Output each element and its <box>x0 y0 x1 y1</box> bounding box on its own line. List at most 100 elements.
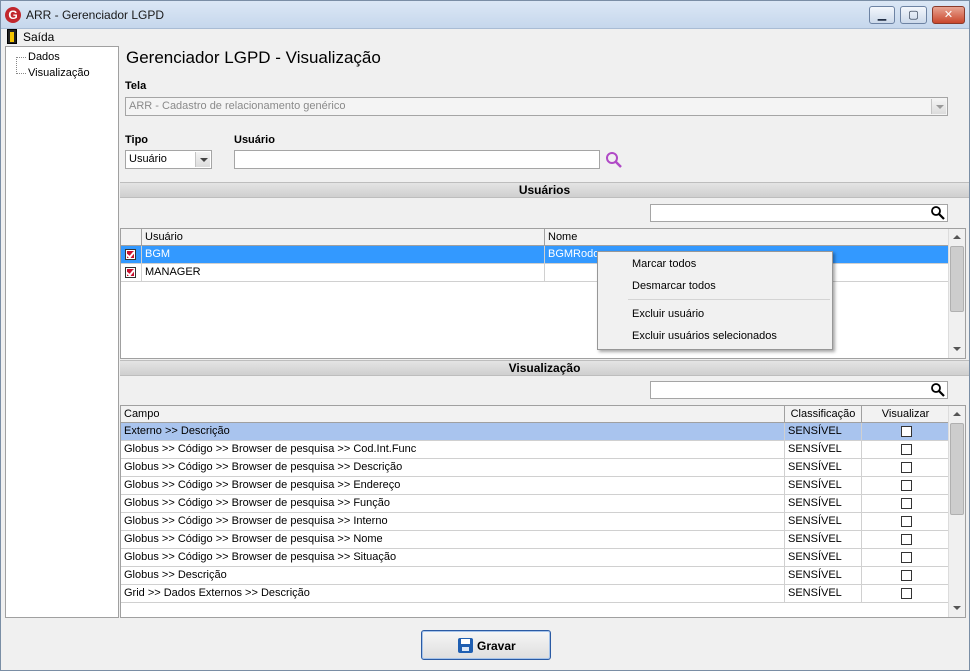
column-header-campo[interactable]: Campo <box>121 406 785 423</box>
cell-campo: Globus >> Descrição <box>121 567 785 585</box>
visualizar-checkbox[interactable] <box>901 426 912 437</box>
table-row[interactable]: Externo >> Descrição SENSÍVEL <box>121 423 950 441</box>
tree-item-dados[interactable]: Dados <box>28 51 60 63</box>
menu-item-desmarcar-todos[interactable]: Desmarcar todos <box>632 280 716 292</box>
tela-select-value: ARR - Cadastro de relacionamento genéric… <box>129 100 346 112</box>
cell-classificacao: SENSÍVEL <box>785 585 862 603</box>
visualizacao-grid: Campo Classificação Visualizar Externo >… <box>120 405 966 618</box>
row-check-cell <box>121 246 142 264</box>
close-icon: ✕ <box>943 9 954 21</box>
visualizar-checkbox[interactable] <box>901 498 912 509</box>
navigation-tree: Dados Visualização <box>5 46 119 618</box>
table-row[interactable]: Grid >> Dados Externos >> Descrição SENSÍ… <box>121 585 950 603</box>
menu-bar: Saída <box>1 29 969 45</box>
exit-door-icon[interactable] <box>7 29 17 44</box>
minimize-icon: ▁ <box>877 9 887 21</box>
visualizar-checkbox[interactable] <box>901 570 912 581</box>
cell-visualizar <box>862 459 950 477</box>
cell-classificacao: SENSÍVEL <box>785 495 862 513</box>
cell-classificacao: SENSÍVEL <box>785 423 862 441</box>
save-button[interactable]: Gravar <box>421 630 551 660</box>
scroll-up-icon[interactable] <box>949 229 965 245</box>
cell-classificacao: SENSÍVEL <box>785 441 862 459</box>
cell-campo: Globus >> Código >> Browser de pesquisa … <box>121 459 785 477</box>
scroll-thumb[interactable] <box>950 423 964 515</box>
tree-connector <box>16 57 17 74</box>
menu-separator <box>628 299 830 300</box>
column-header-nome[interactable]: Nome <box>545 229 950 246</box>
scroll-down-icon[interactable] <box>949 342 965 358</box>
cell-classificacao: SENSÍVEL <box>785 549 862 567</box>
maximize-button[interactable]: ▢ <box>900 6 927 24</box>
floppy-disk-icon <box>458 638 473 653</box>
usuarios-search-input[interactable] <box>650 204 948 222</box>
row-checkbox[interactable] <box>125 249 136 260</box>
cell-visualizar <box>862 549 950 567</box>
menu-exit[interactable]: Saída <box>23 30 54 44</box>
column-header-check <box>121 229 142 246</box>
tela-select[interactable]: ARR - Cadastro de relacionamento genéric… <box>125 97 948 116</box>
row-check-cell <box>121 264 142 282</box>
chevron-down-icon[interactable] <box>195 152 210 167</box>
cell-visualizar <box>862 585 950 603</box>
scroll-thumb[interactable] <box>950 246 964 312</box>
page-title: Gerenciador LGPD - Visualização <box>126 48 381 67</box>
cell-campo: Globus >> Código >> Browser de pesquisa … <box>121 477 785 495</box>
menu-item-excluir-selecionados[interactable]: Excluir usuários selecionados <box>632 330 777 342</box>
cell-usuario: BGM <box>142 246 545 264</box>
visualizar-checkbox[interactable] <box>901 444 912 455</box>
column-header-classificacao[interactable]: Classificação <box>785 406 862 423</box>
save-button-label: Gravar <box>477 639 516 653</box>
table-row[interactable]: Globus >> Código >> Browser de pesquisa … <box>121 513 950 531</box>
cell-classificacao: SENSÍVEL <box>785 531 862 549</box>
cell-campo: Externo >> Descrição <box>121 423 785 441</box>
close-button[interactable]: ✕ <box>932 6 965 24</box>
visualizar-checkbox[interactable] <box>901 480 912 491</box>
visualizacao-section-header: Visualização <box>120 360 969 376</box>
visualizar-checkbox[interactable] <box>901 552 912 563</box>
table-row[interactable]: Globus >> Código >> Browser de pesquisa … <box>121 477 950 495</box>
cell-classificacao: SENSÍVEL <box>785 477 862 495</box>
table-row[interactable]: Globus >> Código >> Browser de pesquisa … <box>121 495 950 513</box>
maximize-icon: ▢ <box>908 9 919 21</box>
column-header-visualizar[interactable]: Visualizar <box>862 406 950 423</box>
visualizar-checkbox[interactable] <box>901 462 912 473</box>
row-checkbox[interactable] <box>125 267 136 278</box>
cell-campo: Globus >> Código >> Browser de pesquisa … <box>121 549 785 567</box>
search-icon[interactable] <box>604 151 624 169</box>
visualizar-checkbox[interactable] <box>901 516 912 527</box>
tipo-select[interactable]: Usuário <box>125 150 212 169</box>
tree-item-visualizacao[interactable]: Visualização <box>28 67 90 79</box>
search-icon[interactable] <box>930 205 946 221</box>
usuario-label: Usuário <box>234 134 275 146</box>
cell-classificacao: SENSÍVEL <box>785 513 862 531</box>
menu-item-excluir-usuario[interactable]: Excluir usuário <box>632 308 704 320</box>
minimize-button[interactable]: ▁ <box>869 6 895 24</box>
table-row[interactable]: Globus >> Código >> Browser de pesquisa … <box>121 441 950 459</box>
cell-visualizar <box>862 567 950 585</box>
usuario-input[interactable] <box>234 150 600 169</box>
scroll-down-icon[interactable] <box>949 601 965 617</box>
scroll-up-icon[interactable] <box>949 406 965 422</box>
tipo-label: Tipo <box>125 134 149 146</box>
column-header-usuario[interactable]: Usuário <box>142 229 545 246</box>
table-row[interactable]: Globus >> Código >> Browser de pesquisa … <box>121 549 950 567</box>
visualizar-checkbox[interactable] <box>901 588 912 599</box>
search-icon[interactable] <box>930 382 946 398</box>
tree-connector <box>17 73 26 74</box>
cell-visualizar <box>862 531 950 549</box>
visualizar-checkbox[interactable] <box>901 534 912 545</box>
cell-campo: Globus >> Código >> Browser de pesquisa … <box>121 441 785 459</box>
cell-campo: Globus >> Código >> Browser de pesquisa … <box>121 495 785 513</box>
cell-visualizar <box>862 423 950 441</box>
chevron-down-icon[interactable] <box>931 99 946 114</box>
visualizacao-search-input[interactable] <box>650 381 948 399</box>
cell-classificacao: SENSÍVEL <box>785 567 862 585</box>
visualizacao-scrollbar[interactable] <box>948 406 965 617</box>
table-row[interactable]: Globus >> Código >> Browser de pesquisa … <box>121 531 950 549</box>
table-row[interactable]: Globus >> Descrição SENSÍVEL <box>121 567 950 585</box>
usuarios-scrollbar[interactable] <box>948 229 965 358</box>
menu-item-marcar-todos[interactable]: Marcar todos <box>632 258 696 270</box>
table-row[interactable]: Globus >> Código >> Browser de pesquisa … <box>121 459 950 477</box>
usuarios-section-header: Usuários <box>120 182 969 198</box>
